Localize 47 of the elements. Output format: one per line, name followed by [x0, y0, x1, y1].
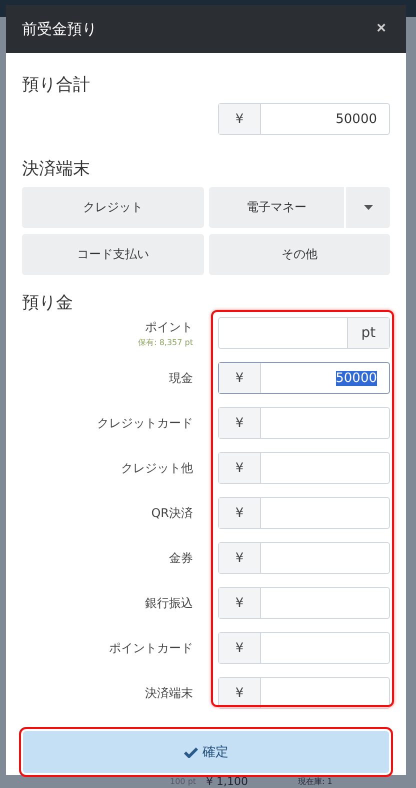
amount-field[interactable]: ¥ — [218, 452, 390, 484]
currency-label: ¥ — [219, 588, 261, 618]
payment-option-button[interactable]: クレジット — [22, 187, 204, 228]
price-text: ¥ 1,100 — [206, 775, 248, 788]
amount-field[interactable]: ¥ — [218, 497, 390, 529]
amount-field[interactable]: ¥ — [218, 587, 390, 619]
currency-label: ¥ — [219, 408, 261, 438]
field-label: 金券 — [169, 550, 193, 566]
amount-field[interactable]: pt — [218, 317, 390, 349]
dialog-title: 前受金預り — [22, 20, 97, 38]
section-title: 預り合計 — [22, 74, 91, 97]
field-label: ポイントカード — [109, 640, 193, 656]
currency-label: ¥ — [219, 678, 261, 708]
currency-label: ¥ — [219, 104, 261, 134]
field-label: 現金 — [169, 370, 193, 386]
currency-label: ¥ — [219, 543, 261, 573]
field-label: ポイント — [145, 318, 193, 336]
caret-icon — [364, 205, 372, 210]
currency-label: ¥ — [219, 498, 261, 528]
amount-field[interactable]: ¥ — [218, 542, 390, 574]
section-title: 決済端末 — [22, 158, 91, 181]
field-label: 銀行振込 — [145, 594, 193, 612]
total-amount-field[interactable]: ¥ 50000 — [218, 103, 390, 135]
currency-label: ¥ — [219, 453, 261, 483]
amount-field[interactable]: ¥ — [218, 677, 390, 709]
field-label: クレジットカード — [97, 414, 193, 432]
amount-field[interactable]: ¥ — [218, 632, 390, 664]
unit-label: pt — [347, 318, 389, 348]
field-label: クレジット他 — [121, 460, 193, 476]
field-label: 決済端末 — [145, 684, 193, 702]
currency-label: ¥ — [219, 363, 261, 393]
payment-option-button[interactable]: 電子マネー — [208, 187, 344, 228]
points-balance: 保有: 8,357 pt — [138, 336, 193, 348]
close-button[interactable]: × — [372, 20, 390, 38]
amount-value: 50000 — [334, 110, 378, 128]
section-title: 預り金 — [22, 292, 74, 315]
stock-text: 現在庫: 1 — [298, 776, 332, 787]
payment-option-button[interactable]: その他 — [208, 234, 390, 275]
amount-value: 50000 — [336, 370, 377, 386]
amount-field[interactable]: ¥ 50000 — [218, 362, 390, 394]
confirm-button[interactable]: 確定 — [23, 731, 389, 773]
dropdown-button[interactable] — [346, 187, 390, 228]
checkmark-icon — [184, 746, 198, 758]
currency-label: ¥ — [219, 633, 261, 663]
amount-field[interactable]: ¥ — [218, 407, 390, 439]
field-label: QR決済 — [151, 504, 193, 522]
payment-option-button[interactable]: コード支払い — [22, 234, 204, 275]
